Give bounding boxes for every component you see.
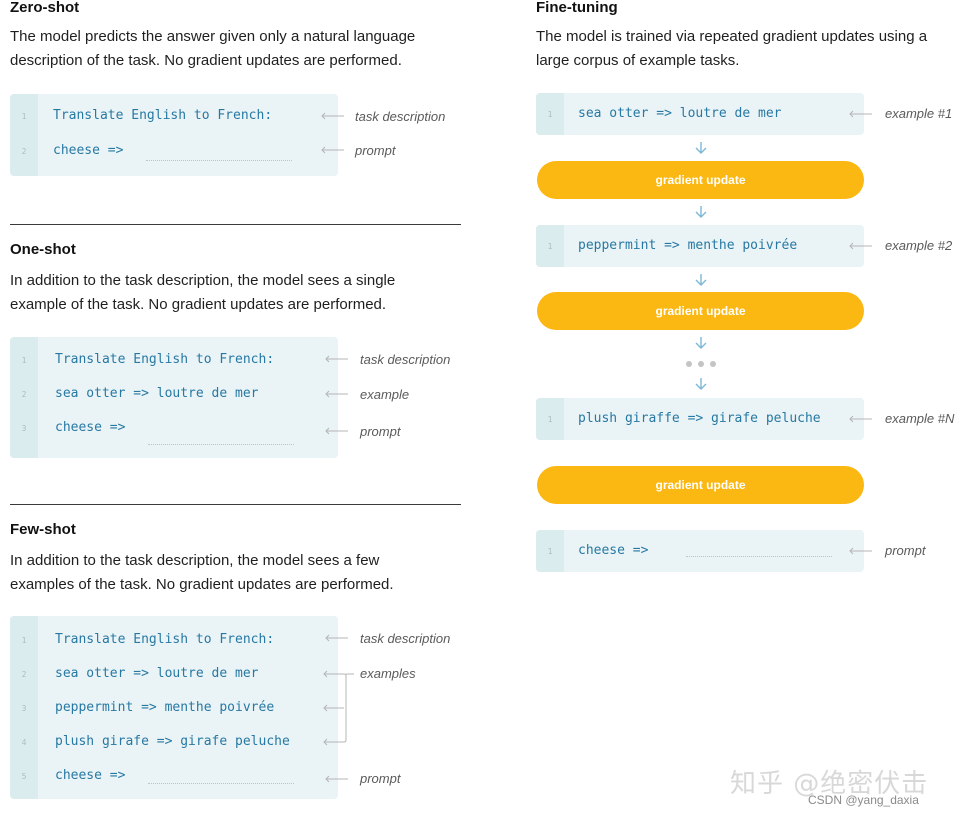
- code-line-example: sea otter => loutre de mer: [55, 666, 259, 681]
- arrow-down-icon: [695, 274, 707, 286]
- arrow-down-icon: [695, 142, 707, 154]
- line-number: 4: [21, 738, 27, 747]
- few-shot-heading: Few-shot: [10, 521, 76, 538]
- line-number: 1: [547, 547, 553, 556]
- line-number: 5: [21, 772, 27, 781]
- line-number: 3: [21, 704, 27, 713]
- gradient-update-pill: gradient update: [537, 466, 864, 504]
- annotation-prompt: prompt: [885, 543, 926, 558]
- one-shot-heading: One-shot: [10, 241, 76, 258]
- line-number: 3: [21, 424, 27, 433]
- line-number: 2: [21, 390, 27, 399]
- arrow-left-icon: [849, 242, 872, 250]
- arrow-down-icon: [695, 378, 707, 390]
- one-shot-description-line2: example of the task. No gradient updates…: [10, 296, 387, 313]
- arrow-left-icon: [849, 415, 872, 423]
- annotation-prompt: prompt: [360, 771, 401, 786]
- code-line-example: sea otter => loutre de mer: [55, 386, 259, 401]
- annotation-task-description: task description: [355, 109, 446, 124]
- annotation-example-2: example #2: [885, 238, 953, 253]
- annotation-task-description: task description: [360, 352, 451, 367]
- gradient-update-pill: gradient update: [537, 292, 864, 330]
- fine-tuning-example-block-1: 1 sea otter => loutre de mer: [536, 93, 864, 135]
- prompt-blank-line: [148, 783, 294, 784]
- zero-shot-heading: Zero-shot: [10, 0, 80, 16]
- fine-tuning-example-block-2: 1 peppermint => menthe poivrée: [536, 225, 864, 267]
- one-shot-description-line1: In addition to the task description, the…: [10, 272, 396, 289]
- few-shot-description-line2: examples of the task. No gradient update…: [10, 576, 394, 593]
- annotation-task-description: task description: [360, 631, 451, 646]
- arrow-left-icon: [321, 112, 344, 120]
- code-line-example: plush girafe => girafe peluche: [55, 734, 290, 749]
- code-line-prompt: cheese =>: [53, 143, 124, 158]
- arrow-left-icon: [849, 547, 872, 555]
- code-line-prompt: cheese =>: [55, 420, 126, 435]
- zero-shot-description-line1: The model predicts the answer given only…: [10, 28, 416, 45]
- line-number: 2: [21, 670, 27, 679]
- line-number-gutter: [10, 94, 38, 176]
- few-shot-description-line1: In addition to the task description, the…: [10, 552, 380, 569]
- fine-tuning-heading: Fine-tuning: [536, 0, 618, 16]
- code-line-example: peppermint => menthe poivrée: [55, 700, 275, 715]
- code-line-prompt: cheese =>: [55, 768, 126, 783]
- arrow-left-icon: [325, 355, 348, 363]
- line-number: 1: [547, 242, 553, 251]
- arrow-left-icon: [849, 110, 872, 118]
- annotation-example-n: example #N: [885, 411, 955, 426]
- zero-shot-description-line2: description of the task. No gradient upd…: [10, 52, 402, 69]
- ellipsis-icon: [686, 361, 716, 367]
- code-line-example: plush giraffe => girafe peluche: [578, 411, 821, 426]
- line-number: 1: [21, 112, 27, 121]
- arrow-left-icon: [325, 390, 348, 398]
- fine-tuning-description-line2: large corpus of example tasks.: [536, 52, 740, 69]
- line-number: 1: [21, 636, 27, 645]
- section-divider: [10, 504, 461, 505]
- annotation-example-1: example #1: [885, 106, 953, 121]
- watermark-csdn: CSDN @yang_daxia: [808, 793, 919, 807]
- zero-shot-code-block: 1 Translate English to French: 2 cheese …: [10, 94, 338, 176]
- arrow-left-icon: [325, 427, 348, 435]
- fine-tuning-description-line1: The model is trained via repeated gradie…: [536, 28, 928, 45]
- prompt-blank-line: [686, 556, 832, 557]
- examples-bracket-icon: [323, 670, 354, 746]
- code-line-task-description: Translate English to French:: [53, 108, 273, 123]
- section-divider: [10, 224, 461, 225]
- fine-tuning-example-block-n: 1 plush giraffe => girafe peluche: [536, 398, 864, 440]
- code-line-example: peppermint => menthe poivrée: [578, 238, 798, 253]
- arrow-down-icon: [695, 337, 707, 349]
- line-number: 1: [547, 110, 553, 119]
- code-line-task-description: Translate English to French:: [55, 352, 275, 367]
- annotation-prompt: prompt: [355, 143, 396, 158]
- few-shot-code-block: 1 Translate English to French: 2 sea ott…: [10, 616, 338, 799]
- code-line-prompt: cheese =>: [578, 543, 649, 558]
- annotation-example: example: [360, 387, 410, 402]
- annotation-examples: examples: [360, 666, 416, 681]
- one-shot-code-block: 1 Translate English to French: 2 sea ott…: [10, 337, 338, 458]
- prompt-blank-line: [146, 160, 292, 161]
- line-number: 1: [21, 356, 27, 365]
- annotation-prompt: prompt: [360, 424, 401, 439]
- arrow-left-icon: [325, 775, 348, 783]
- code-line-task-description: Translate English to French:: [55, 632, 275, 647]
- line-number: 1: [547, 415, 553, 424]
- arrow-down-icon: [695, 206, 707, 218]
- arrow-left-icon: [325, 634, 348, 642]
- fine-tuning-prompt-block: 1 cheese =>: [536, 530, 864, 572]
- line-number: 2: [21, 147, 27, 156]
- prompt-blank-line: [148, 444, 294, 445]
- arrow-left-icon: [321, 146, 344, 154]
- code-line-example: sea otter => loutre de mer: [578, 106, 782, 121]
- gradient-update-pill: gradient update: [537, 161, 864, 199]
